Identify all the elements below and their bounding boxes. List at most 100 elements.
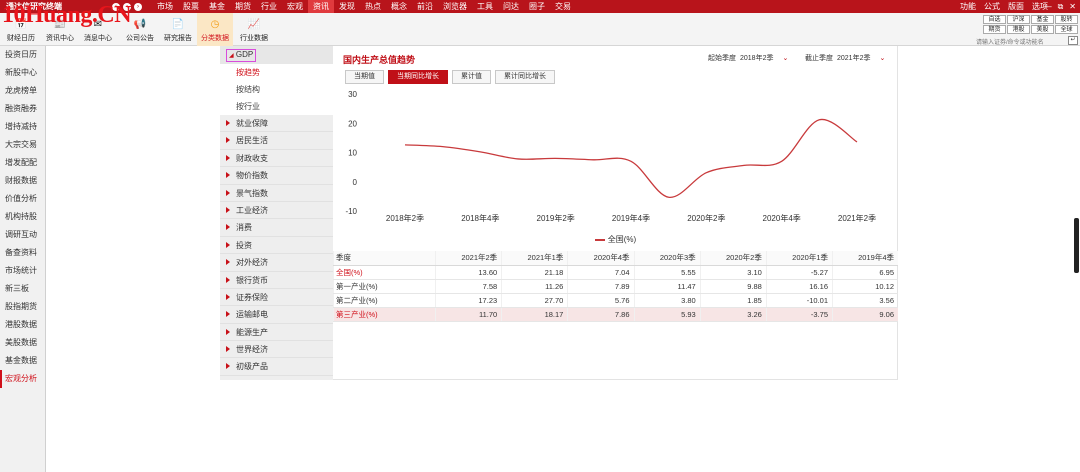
value-tab[interactable]: 累计值 [452,70,491,84]
quick-button[interactable]: 自选 [983,15,1006,24]
value-tab[interactable]: 当期值 [345,70,384,84]
data-point[interactable] [667,195,671,199]
left-nav-item[interactable]: 美股数据 [0,334,45,352]
left-nav-item[interactable]: 增持减持 [0,118,45,136]
quick-button[interactable]: 基金 [1031,15,1054,24]
data-point[interactable] [742,164,746,168]
data-point[interactable] [441,145,445,149]
category-head-gdp[interactable]: ◢ GDP [220,46,333,64]
menu-item[interactable]: 发现 [334,0,360,13]
table-row[interactable]: 第二产业(%) 17.23 27.70 5.76 3.80 1.85 -10.01 3.56 [333,293,898,309]
command-search-input[interactable]: 请输入证券/命令或功能名 [976,37,1066,46]
quick-button[interactable]: 股转 [1055,15,1078,24]
category-item[interactable]: 财政收支 [220,150,333,168]
category-item[interactable]: 世界经济 [220,341,333,359]
data-point[interactable] [818,118,822,122]
menu-item[interactable]: 市场 [152,0,178,13]
category-item[interactable]: 工业经济 [220,202,333,220]
menu-item[interactable]: 股票 [178,0,204,13]
menu-item[interactable]: 资讯 [308,0,334,13]
category-sub-item[interactable]: 按趋势 [220,64,333,81]
left-nav-item[interactable]: 备查资料 [0,244,45,262]
category-item[interactable]: 物价指数 [220,167,333,185]
minimize-icon[interactable]: — [1044,0,1052,13]
category-item[interactable]: 运输邮电 [220,306,333,324]
left-nav-item[interactable]: 融资融券 [0,100,45,118]
menu-item[interactable]: 前沿 [412,0,438,13]
menu-item[interactable]: 宏观 [282,0,308,13]
category-sub-item[interactable]: 按结构 [220,81,333,98]
data-point[interactable] [554,157,558,161]
left-nav-item[interactable]: 龙虎榜单 [0,82,45,100]
forward-icon[interactable]: › [134,2,142,11]
right-menu-item[interactable]: 功能 [956,0,980,13]
right-menu-item[interactable]: 公式 [980,0,1004,13]
left-nav-item[interactable]: 机构持股 [0,208,45,226]
right-menu-item[interactable]: 版面 [1004,0,1028,13]
category-item[interactable]: 居民生活 [220,132,333,150]
toolbar-item[interactable]: 📈 行业数据 [236,13,272,46]
menu-item[interactable]: 交易 [550,0,576,13]
data-point[interactable] [629,159,633,163]
category-item[interactable]: 能源生产 [220,324,333,342]
left-nav-item[interactable]: 股指期货 [0,298,45,316]
left-nav-item[interactable]: 投资日历 [0,46,45,64]
menu-item[interactable]: 圈子 [524,0,550,13]
left-nav-item[interactable]: 宏观分析 [0,370,45,388]
quick-button[interactable]: 全球 [1055,25,1078,34]
quick-button[interactable]: 沪深 [1007,15,1030,24]
table-row[interactable]: 第三产业(%) 11.70 18.17 7.86 5.93 3.26 -3.75 9.06 [333,307,898,323]
back-icon[interactable]: ‹ [123,2,131,11]
left-nav-item[interactable]: 增发配配 [0,154,45,172]
menu-item[interactable]: 行业 [256,0,282,13]
menu-item[interactable]: 概念 [386,0,412,13]
left-nav-item[interactable]: 新三板 [0,280,45,298]
quick-button[interactable]: 期货 [983,25,1006,34]
value-tab[interactable]: 当期同比增长 [388,70,448,84]
toolbar-item[interactable]: 📰 资讯中心 [42,13,78,46]
restore-icon[interactable]: ⧉ [1058,0,1064,13]
data-point[interactable] [479,150,483,154]
data-point[interactable] [780,159,784,163]
data-point[interactable] [855,140,859,144]
category-item[interactable]: 证券保险 [220,289,333,307]
menu-item[interactable]: 基金 [204,0,230,13]
data-point[interactable] [592,158,596,162]
menu-item[interactable]: 浏览器 [438,0,472,13]
toolbar-item[interactable]: 📅 财经日历 [3,13,39,46]
series-line-national[interactable] [404,118,858,198]
close-icon[interactable]: ✕ [1069,0,1076,13]
quick-button[interactable]: 美股 [1031,25,1054,34]
menu-item[interactable]: 热点 [360,0,386,13]
category-item[interactable]: 投资 [220,237,333,255]
toolbar-item[interactable]: 📄 研究报告 [160,13,196,46]
data-point[interactable] [403,143,407,147]
scrollbar-handle[interactable] [1074,218,1079,273]
category-item[interactable]: 银行货币 [220,272,333,289]
left-nav-item[interactable]: 港股数据 [0,316,45,334]
toolbar-item[interactable]: ✉ 消息中心 [80,13,116,46]
left-nav-item[interactable]: 价值分析 [0,190,45,208]
left-nav-item[interactable]: 调研互动 [0,226,45,244]
table-row[interactable]: 全国(%) 13.60 21.18 7.04 5.55 3.10 -5.27 6.95 [333,265,898,280]
menu-item[interactable]: 问达 [498,0,524,13]
table-row[interactable]: 第一产业(%) 7.58 11.26 7.89 11.47 9.88 16.16 10.12 [333,279,898,295]
category-sub-item[interactable]: 按行业 [220,98,333,115]
toolbar-item[interactable]: 📢 公司公告 [122,13,158,46]
left-nav-item[interactable]: 财报数据 [0,172,45,190]
toolbar-item[interactable]: ◷ 分类数据 [197,13,233,46]
left-nav-item[interactable]: 市场统计 [0,262,45,280]
home-icon[interactable]: ⌂ [112,2,120,11]
end-season-select[interactable]: 截止季度 2021年2季 ⌄ [805,53,885,63]
category-item[interactable]: 消费 [220,219,333,237]
category-item[interactable]: 就业保障 [220,115,333,133]
menu-item[interactable]: 期货 [230,0,256,13]
quick-button[interactable]: 港股 [1007,25,1030,34]
left-nav-item[interactable]: 新股中心 [0,64,45,82]
left-nav-item[interactable]: 大宗交易 [0,136,45,154]
category-item[interactable]: 对外经济 [220,254,333,272]
chart-legend[interactable]: 全国(%) [333,234,898,245]
category-item[interactable]: 景气指数 [220,185,333,202]
value-tab[interactable]: 累计同比增长 [495,70,555,84]
data-point[interactable] [705,171,709,175]
